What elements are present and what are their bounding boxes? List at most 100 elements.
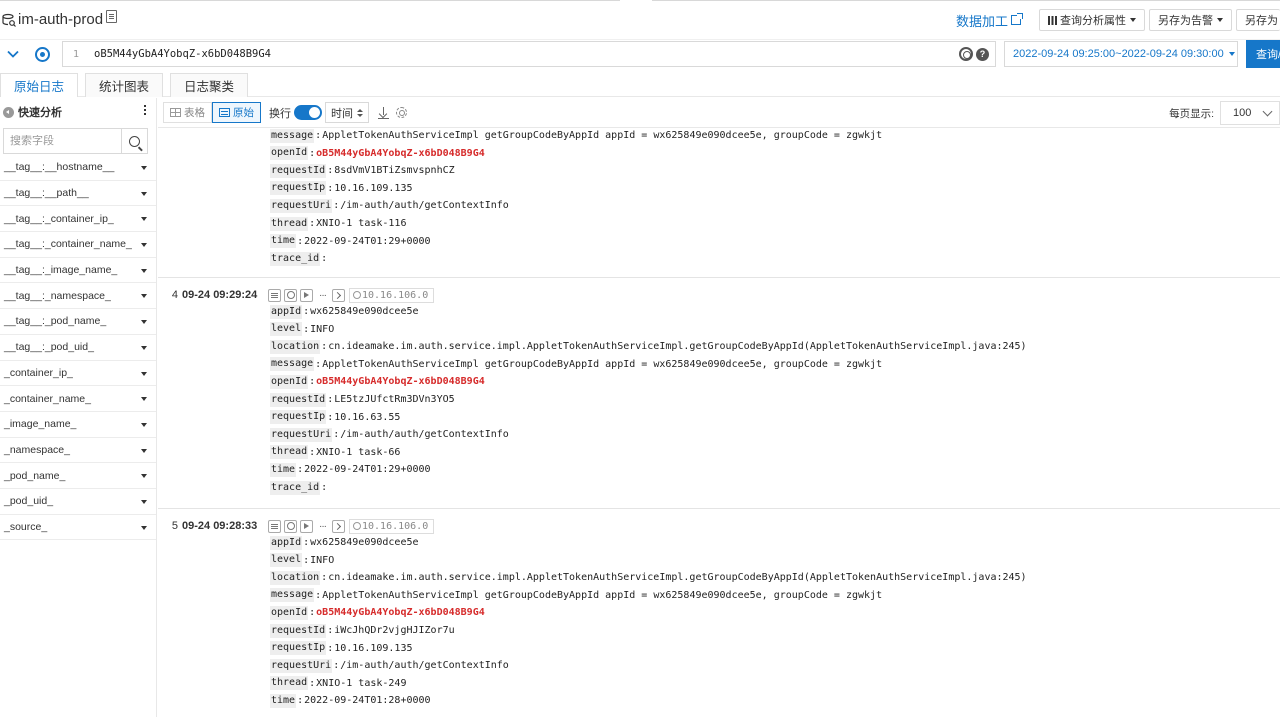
log-field-value[interactable]: XNIO-1 task-116 [316, 218, 406, 229]
log-field-key[interactable]: requestUri [270, 198, 333, 213]
log-field-value[interactable]: cn.ideamake.im.auth.service.impl.AppletT… [328, 341, 1026, 352]
save-alert-dropdown[interactable]: 另存为告警 [1149, 9, 1232, 31]
log-field-value[interactable]: LE5tzJUfctRm3DVn3YO5 [334, 394, 454, 405]
field-item[interactable]: __tag__:_pod_uid_ [0, 335, 156, 361]
log-field-key[interactable]: requestUri [270, 427, 333, 442]
log-field-value[interactable]: wx625849e090dcee5e [310, 306, 418, 317]
caret-down-icon[interactable] [141, 474, 147, 479]
log-field-key[interactable]: trace_id [270, 480, 321, 495]
caret-down-icon[interactable] [141, 345, 147, 350]
log-field-key[interactable]: location [270, 339, 321, 354]
live-tail-icon[interactable] [300, 288, 313, 302]
caret-down-icon[interactable] [141, 320, 147, 325]
log-field-value[interactable]: 2022-09-24T01:28+0000 [304, 695, 430, 706]
save-as-button[interactable]: 另存为 [1236, 9, 1280, 31]
log-field-value[interactable]: AppletTokenAuthServiceImpl getGroupCodeB… [322, 590, 882, 601]
more-horizontal-icon[interactable] [316, 520, 329, 533]
context-browse-icon[interactable] [284, 519, 297, 533]
log-field-key[interactable]: message [270, 357, 315, 372]
log-field-key[interactable]: requestUri [270, 658, 333, 673]
log-field-key[interactable]: requestIp [270, 410, 327, 425]
log-field-key[interactable]: requestId [270, 163, 327, 178]
caret-down-icon[interactable] [141, 448, 147, 453]
caret-down-icon[interactable] [141, 371, 147, 376]
query-analysis-props-dropdown[interactable]: 查询分析属性 [1039, 9, 1145, 31]
log-field-key[interactable]: thread [270, 216, 309, 231]
caret-down-icon[interactable] [141, 422, 147, 427]
live-tail-icon[interactable] [300, 519, 313, 533]
raw-view-button[interactable]: 原始 [212, 102, 261, 123]
caret-down-icon[interactable] [141, 191, 147, 196]
field-item[interactable]: _image_name_ [0, 412, 156, 438]
time-sort-button[interactable]: 时间 [325, 102, 369, 123]
tab-raw-logs[interactable]: 原始日志 [0, 73, 79, 98]
caret-down-icon[interactable] [141, 294, 147, 299]
caret-down-icon[interactable] [141, 397, 147, 402]
logstore-selector[interactable]: im-auth-prod [0, 10, 118, 28]
log-field-value[interactable]: INFO [310, 555, 334, 566]
wrap-toggle[interactable] [294, 105, 322, 120]
log-field-value[interactable]: iWcJhQDr2vjgHJIZor7u [334, 625, 454, 636]
download-icon[interactable] [378, 106, 389, 119]
more-horizontal-icon[interactable] [316, 289, 329, 302]
field-search-input[interactable] [4, 135, 122, 147]
log-field-value[interactable]: wx625849e090dcee5e [310, 537, 418, 548]
field-item[interactable]: __tag__:_container_name_ [0, 232, 156, 258]
chevron-right-icon[interactable] [332, 288, 345, 302]
gear-icon[interactable] [959, 47, 973, 61]
log-field-value[interactable]: XNIO-1 task-249 [316, 678, 406, 689]
log-field-value[interactable]: oB5M44yGbA4YobqZ-x6bD048B9G4 [316, 607, 485, 618]
field-item[interactable]: __tag__:_container_ip_ [0, 206, 156, 233]
field-item[interactable]: _source_ [0, 515, 156, 541]
log-field-value[interactable]: 10.16.109.135 [334, 643, 412, 654]
field-item[interactable]: __tag__:_pod_name_ [0, 309, 156, 335]
table-view-button[interactable]: 表格 [163, 102, 212, 123]
more-vertical-icon[interactable] [144, 105, 146, 107]
log-field-key[interactable]: requestIp [270, 641, 327, 656]
log-field-key[interactable]: level [270, 553, 303, 568]
log-field-key[interactable]: thread [270, 676, 309, 691]
log-field-key[interactable]: level [270, 322, 303, 337]
log-field-value[interactable]: cn.ideamake.im.auth.service.impl.AppletT… [328, 572, 1026, 583]
log-field-key[interactable]: location [270, 570, 321, 585]
log-field-value[interactable]: /im-auth/auth/getContextInfo [340, 200, 509, 211]
log-field-value[interactable]: oB5M44yGbA4YobqZ-x6bD048B9G4 [316, 148, 485, 159]
field-item[interactable]: __tag__:_image_name_ [0, 258, 156, 284]
raw-log-icon[interactable] [268, 288, 281, 302]
log-field-key[interactable]: openId [270, 146, 309, 161]
log-field-key[interactable]: trace_id [270, 251, 321, 266]
time-range-picker[interactable]: 2022-09-24 09:25:00~2022-09-24 09:30:00 [1004, 41, 1238, 67]
tab-charts[interactable]: 统计图表 [85, 73, 164, 97]
field-item[interactable]: _pod_name_ [0, 463, 156, 489]
log-field-value[interactable]: oB5M44yGbA4YobqZ-x6bD048B9G4 [316, 376, 485, 387]
log-field-value[interactable]: 10.16.109.135 [334, 183, 412, 194]
caret-down-icon[interactable] [141, 525, 147, 530]
caret-down-icon[interactable] [141, 243, 147, 248]
caret-down-icon[interactable] [141, 499, 147, 504]
log-field-key[interactable]: requestIp [270, 181, 327, 196]
log-field-value[interactable]: INFO [310, 324, 334, 335]
log-field-value[interactable]: AppletTokenAuthServiceImpl getGroupCodeB… [322, 359, 882, 370]
query-input[interactable]: 1 oB5M44yGbA4YobqZ-x6bD048B9G4 ? [62, 41, 996, 67]
log-field-key[interactable]: time [270, 462, 297, 477]
log-field-value[interactable]: /im-auth/auth/getContextInfo [340, 660, 509, 671]
caret-down-icon[interactable] [141, 166, 147, 170]
raw-log-icon[interactable] [268, 519, 281, 533]
collapse-toggle[interactable] [0, 41, 26, 67]
field-item[interactable]: __tag__:_namespace_ [0, 283, 156, 310]
log-field-key[interactable]: openId [270, 605, 309, 620]
data-process-link[interactable]: 数据加工 [956, 11, 1023, 30]
field-item[interactable]: __tag__:__path__ [0, 181, 156, 207]
log-field-key[interactable]: time [270, 693, 297, 708]
log-field-value[interactable]: 8sdVmV1BTiZsmvspnhCZ [334, 165, 454, 176]
tab-log-clustering[interactable]: 日志聚类 [170, 73, 249, 97]
log-field-key[interactable]: openId [270, 374, 309, 389]
document-icon[interactable] [106, 10, 118, 23]
log-field-key[interactable]: message [270, 588, 315, 603]
log-field-value[interactable]: 2022-09-24T01:29+0000 [304, 236, 430, 247]
field-item[interactable]: __tag__:__hostname__ [0, 155, 156, 181]
help-icon[interactable]: ? [976, 47, 989, 61]
search-button[interactable] [121, 129, 147, 153]
log-field-value[interactable]: XNIO-1 task-66 [316, 447, 400, 458]
query-mode-button[interactable] [26, 41, 58, 67]
